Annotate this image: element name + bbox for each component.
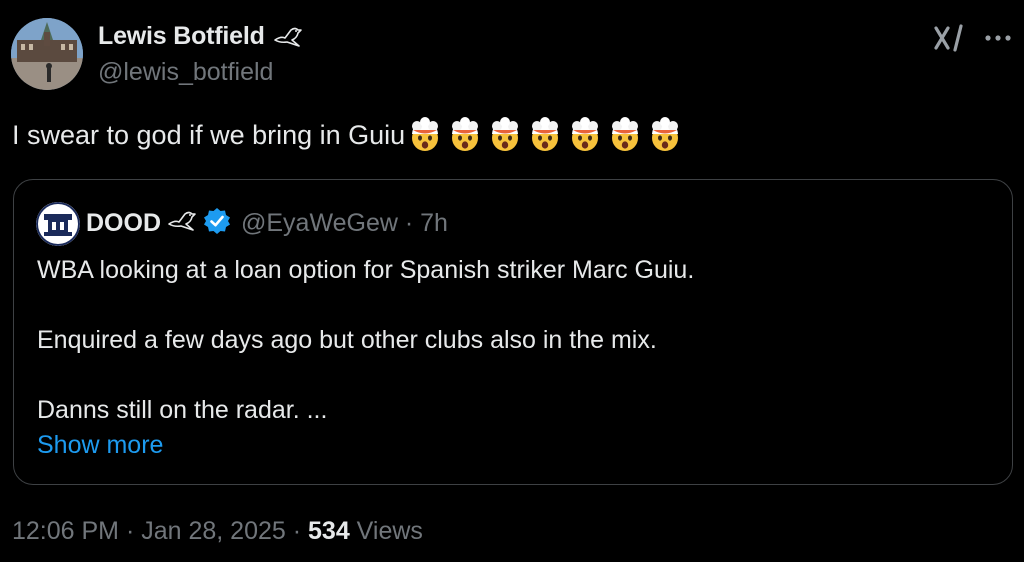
exploding-head-emoji (412, 117, 439, 151)
tweet-meta: 12:06 PM · Jan 28, 2025 · 534 Views (12, 517, 423, 546)
bird-icon (273, 26, 303, 48)
quoted-header: DOOD @EyaWeGew · 7h (86, 207, 448, 240)
quoted-author-name[interactable]: DOOD (86, 209, 161, 238)
author-name[interactable]: Lewis Botfield (98, 22, 265, 51)
views-label: Views (349, 517, 423, 545)
views-count: 534 (308, 517, 350, 545)
exploding-head-emoji (612, 117, 639, 151)
verified-badge-icon (203, 207, 231, 240)
exploding-head-emoji (572, 117, 599, 151)
author-name-row: Lewis Botfield (98, 22, 303, 51)
quoted-text-line: Danns still on the radar. ... (37, 396, 328, 424)
exploding-head-emoji (532, 117, 559, 151)
show-more-link[interactable]: Show more (37, 431, 163, 460)
quoted-tweet[interactable]: DOOD @EyaWeGew · 7h WBA looking at a loa… (13, 179, 1013, 485)
quoted-author-avatar[interactable] (36, 202, 80, 246)
emoji-row (407, 117, 683, 153)
tweet-timestamp[interactable]: 12:06 PM · Jan 28, 2025 · (12, 517, 308, 545)
quoted-text-line: Enquired a few days ago but other clubs … (37, 326, 657, 354)
quoted-handle-time[interactable]: @EyaWeGew · 7h (241, 209, 448, 238)
author-avatar[interactable] (11, 18, 83, 90)
author-handle[interactable]: @lewis_botfield (98, 58, 273, 87)
tweet-text-body: I swear to god if we bring in Guiu (12, 119, 406, 150)
exploding-head-emoji (452, 117, 479, 151)
more-options-icon[interactable] (983, 24, 1013, 52)
bird-icon (167, 210, 197, 237)
grok-icon[interactable] (933, 24, 965, 52)
exploding-head-emoji (652, 117, 679, 151)
tweet: Lewis Botfield @lewis_botfield I swear t… (0, 0, 1024, 562)
quoted-text-line: WBA looking at a loan option for Spanish… (37, 256, 695, 284)
exploding-head-emoji (492, 117, 519, 151)
tweet-text: I swear to god if we bring in Guiu (12, 117, 683, 153)
